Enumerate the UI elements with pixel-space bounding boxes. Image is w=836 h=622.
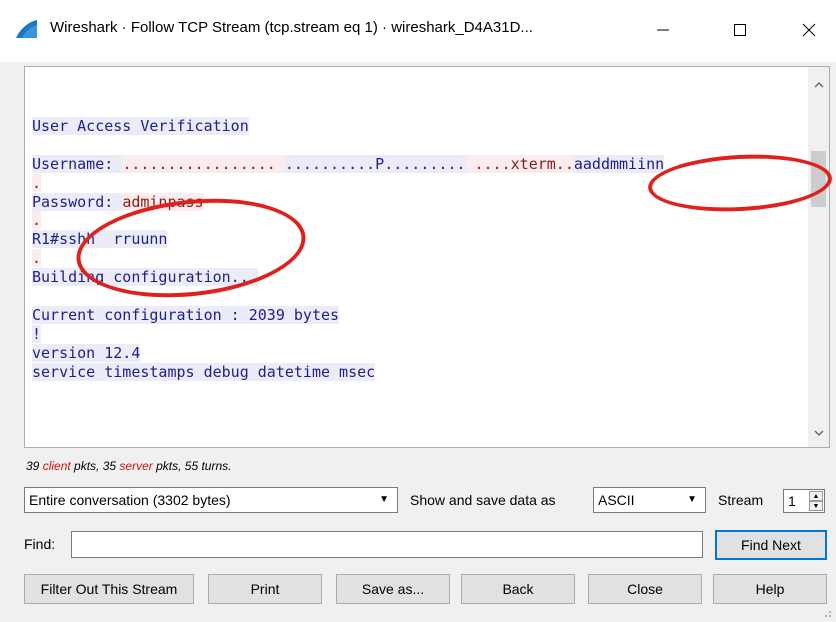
- title-bar: Wireshark · Follow TCP Stream (tcp.strea…: [0, 0, 836, 62]
- vertical-scrollbar[interactable]: [808, 67, 829, 447]
- maximize-icon: [734, 24, 746, 36]
- stream-line: Current configuration : 2039 bytes: [32, 305, 805, 325]
- stats-middle: pkts, 35: [70, 459, 120, 473]
- stream-number-value: 1: [788, 493, 796, 509]
- server-text-segment: .................: [122, 154, 285, 173]
- window-title: Wireshark · Follow TCP Stream (tcp.strea…: [50, 19, 533, 36]
- client-text-segment: service timestamps debug datetime msec: [32, 362, 376, 381]
- stream-number-spinbox[interactable]: 1 ▲ ▼: [783, 489, 825, 513]
- format-select-value: ASCII: [598, 492, 635, 508]
- client-text-segment: Password:: [32, 192, 123, 211]
- filter-out-stream-button[interactable]: Filter Out This Stream: [24, 574, 194, 604]
- stats-tail: pkts, 55 turns.: [152, 459, 232, 473]
- find-next-button[interactable]: Find Next: [715, 530, 827, 560]
- find-input[interactable]: [71, 531, 703, 558]
- chevron-down-icon: [814, 430, 823, 436]
- back-button[interactable]: Back: [461, 574, 575, 604]
- client-label: client: [42, 459, 71, 473]
- dropdown-arrow-icon: ▼: [687, 494, 697, 505]
- resize-grip-icon[interactable]: [822, 608, 832, 618]
- spin-up-icon[interactable]: ▲: [809, 491, 823, 501]
- stream-line: version 12.4: [32, 343, 805, 363]
- stream-line: !: [32, 324, 805, 344]
- chevron-up-icon: [814, 82, 823, 88]
- show-save-label: Show and save data as: [410, 492, 556, 508]
- stream-label: Stream: [718, 492, 764, 508]
- stream-line: service timestamps debug datetime msec: [32, 362, 805, 382]
- maximize-button[interactable]: [717, 8, 763, 52]
- server-text-segment: .: [32, 173, 42, 192]
- client-text-segment: ..........P.........: [284, 154, 466, 173]
- client-text-segment: !: [32, 324, 42, 343]
- find-label: Find:: [24, 536, 56, 552]
- wireshark-fin-icon: [16, 20, 37, 38]
- spin-down-icon[interactable]: ▼: [809, 501, 823, 511]
- client-text-segment: Current configuration : 2039 bytes: [32, 305, 340, 324]
- stream-line: User Access Verification: [32, 117, 805, 136]
- scroll-up-button[interactable]: [808, 75, 829, 95]
- client-text-segment: version 12.4: [32, 343, 141, 362]
- close-icon: [802, 23, 816, 37]
- stream-stats: 39 client pkts, 35 server pkts, 55 turns…: [26, 459, 231, 473]
- server-text-segment: ....xterm..: [465, 154, 574, 173]
- scroll-down-button[interactable]: [808, 423, 829, 443]
- print-button[interactable]: Print: [208, 574, 322, 604]
- conversation-select-value: Entire conversation (3302 bytes): [29, 492, 231, 508]
- client-text-segment: User Access Verification: [32, 117, 249, 135]
- client-packet-count: 39: [26, 459, 40, 473]
- dropdown-arrow-icon: ▼: [379, 494, 389, 505]
- server-text-segment: .: [32, 249, 42, 268]
- close-button[interactable]: Close: [588, 574, 702, 604]
- server-label: server: [119, 459, 153, 473]
- stream-line: [32, 136, 805, 155]
- conversation-select[interactable]: Entire conversation (3302 bytes) ▼: [24, 487, 398, 513]
- minimize-icon: [657, 29, 669, 31]
- server-text-segment: .: [32, 211, 42, 230]
- format-select[interactable]: ASCII ▼: [593, 487, 706, 513]
- close-window-button[interactable]: [786, 8, 832, 52]
- minimize-button[interactable]: [640, 8, 686, 52]
- client-text-segment: Username:: [32, 154, 123, 173]
- help-button[interactable]: Help: [713, 574, 827, 604]
- client-text-segment: aaddmmiinn: [573, 154, 665, 173]
- client-text-segment: R1#: [32, 230, 60, 249]
- save-as-button[interactable]: Save as...: [336, 574, 450, 604]
